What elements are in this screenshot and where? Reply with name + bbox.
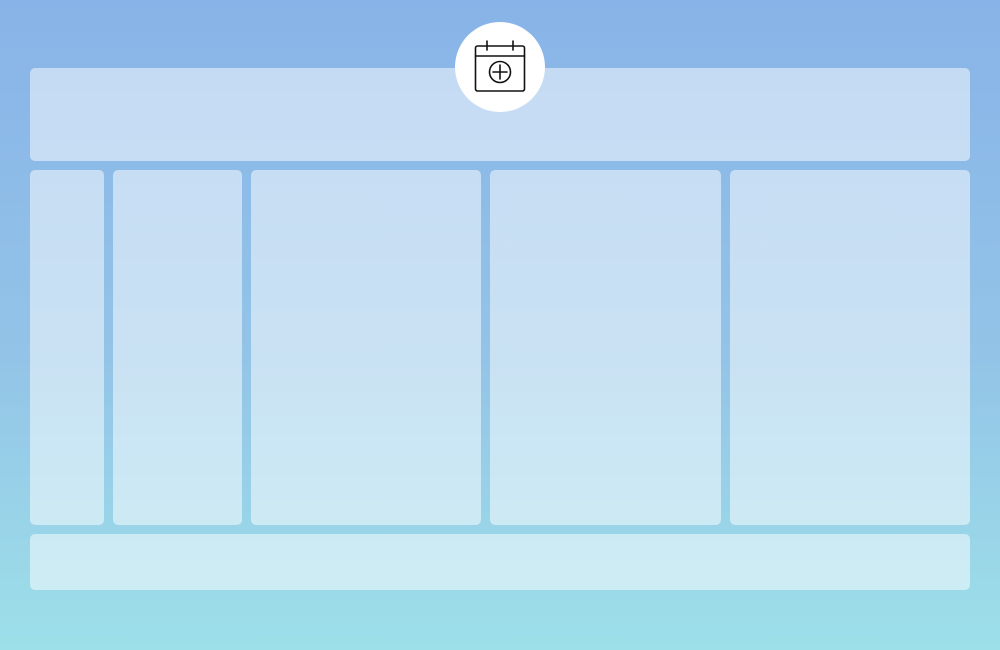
column-panel-1 — [30, 170, 104, 525]
calendar-add-icon — [474, 40, 526, 92]
column-panel-4 — [490, 170, 721, 525]
column-panel-5 — [730, 170, 970, 525]
calendar-badge[interactable] — [455, 22, 545, 112]
column-panel-2 — [113, 170, 242, 525]
column-panel-3 — [251, 170, 481, 525]
footer-panel — [30, 534, 970, 590]
